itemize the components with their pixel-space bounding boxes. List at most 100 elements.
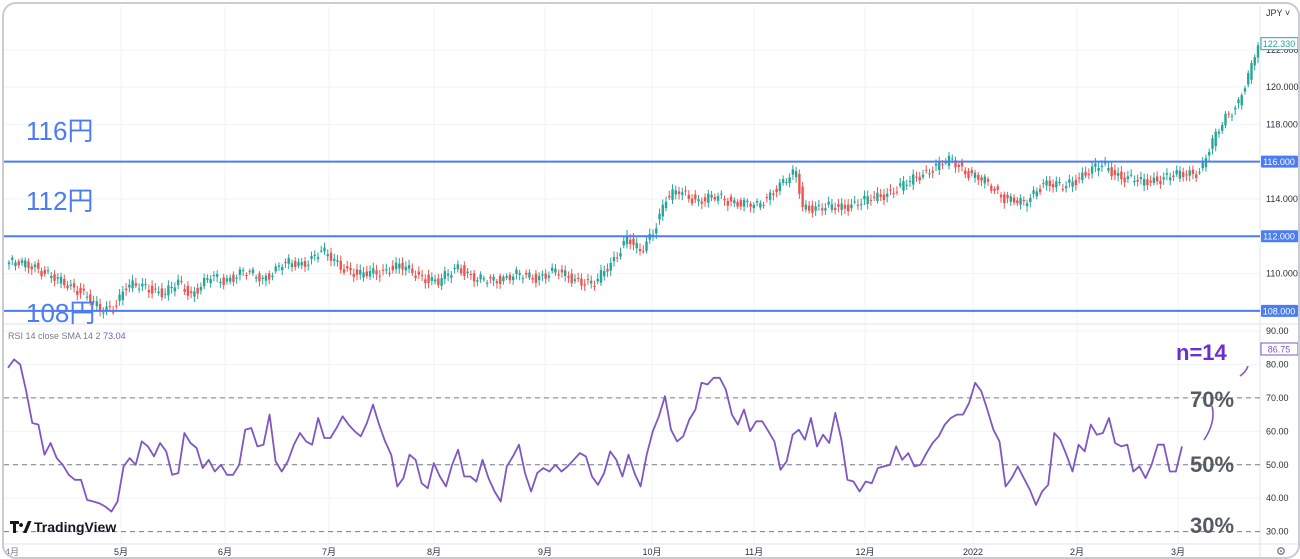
candle-body [996, 186, 999, 190]
candle [196, 283, 199, 299]
candle [202, 273, 206, 290]
candle-body [1113, 170, 1117, 176]
candle [368, 265, 372, 280]
candle [407, 259, 411, 273]
candle-body [869, 200, 873, 202]
candle [1201, 157, 1204, 172]
candle-body [479, 274, 482, 280]
candle [716, 192, 720, 205]
candle [778, 178, 782, 196]
candle [967, 168, 970, 181]
candle [1237, 97, 1240, 109]
candle-body [1038, 188, 1042, 193]
candle-body [450, 275, 453, 278]
candle [1029, 194, 1032, 208]
candle-body [928, 173, 931, 175]
candle-body [482, 278, 486, 280]
candle-body [1061, 188, 1065, 190]
chart-canvas[interactable]: 116.000112.000108.000122.000120.000118.0… [4, 4, 1298, 557]
candle-body [658, 213, 661, 220]
candle [895, 186, 899, 196]
candle-body [1240, 95, 1243, 106]
candle-body [391, 265, 395, 271]
candle-body [368, 271, 372, 277]
candle-body [1074, 179, 1078, 186]
candle-body [1253, 57, 1256, 66]
candle [811, 200, 814, 218]
candle-body [1081, 172, 1084, 181]
candle-body [466, 271, 469, 274]
candle-body [668, 195, 671, 198]
candle-body [310, 256, 313, 259]
candle-body [772, 193, 775, 195]
candle [128, 279, 131, 293]
candle [79, 282, 82, 299]
candle-body [892, 192, 895, 194]
badge-text: 112.000 [1263, 232, 1295, 242]
candle [1250, 60, 1253, 84]
candle [346, 260, 349, 272]
candle-body [846, 204, 850, 212]
candle [547, 271, 551, 282]
candle-body [193, 291, 196, 297]
candle-body [37, 262, 40, 269]
time-tick-label: 3月 [1171, 547, 1185, 557]
candle-body [807, 205, 811, 211]
candle-body [1042, 183, 1045, 185]
candle-body [469, 273, 473, 275]
candle [102, 307, 105, 319]
candle-body [329, 252, 333, 261]
candle-body [547, 275, 551, 278]
candle-body [563, 270, 567, 277]
candle [684, 185, 687, 196]
candle [430, 272, 434, 286]
candle-body [1003, 194, 1006, 204]
candle [40, 267, 43, 280]
candle-body [144, 284, 147, 286]
candle-body [225, 278, 229, 282]
candle-body [440, 278, 443, 286]
candle [118, 289, 121, 306]
candle [105, 301, 108, 316]
candle [385, 263, 388, 275]
candle [1191, 165, 1195, 180]
candle-body [463, 265, 466, 276]
candle-body [258, 273, 261, 282]
candle [225, 274, 229, 285]
candle [1055, 176, 1058, 192]
candle [417, 266, 421, 280]
candle [43, 266, 46, 277]
candle [1198, 168, 1201, 175]
candle-body [768, 192, 772, 200]
candle [1155, 171, 1159, 185]
candle [1181, 167, 1185, 182]
candle-body [336, 260, 339, 262]
candle [524, 269, 528, 279]
candle-body [960, 162, 964, 167]
candle-body [759, 203, 762, 208]
candle [528, 269, 531, 281]
candle-body [814, 206, 817, 211]
candle [63, 274, 66, 289]
candle-body [281, 267, 284, 271]
candle-body [1136, 179, 1139, 182]
candle-body [1006, 194, 1009, 199]
candle [167, 280, 170, 301]
candle [1012, 194, 1016, 206]
candle [209, 275, 212, 288]
candle-body [1071, 181, 1074, 187]
candle-body [726, 200, 730, 206]
candle [977, 172, 980, 186]
candle [1126, 170, 1130, 183]
candle-body [710, 194, 713, 198]
candle [427, 269, 430, 289]
candle-body [489, 277, 492, 279]
candle [414, 270, 417, 282]
candle [616, 252, 619, 263]
candle-body [7, 262, 11, 265]
candle [515, 266, 518, 280]
candle [329, 247, 333, 267]
candle [837, 198, 840, 213]
candle-body [1191, 169, 1195, 175]
candle-body [118, 294, 121, 301]
